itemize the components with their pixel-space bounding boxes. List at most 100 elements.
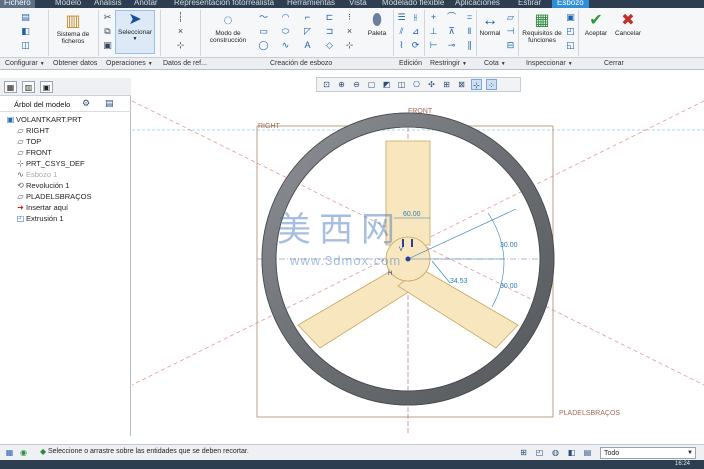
reference-dimension-icon[interactable]: ⊣ (505, 26, 516, 36)
modify-icon[interactable]: ☰ (396, 12, 407, 22)
vertical-constraint-icon[interactable]: + (428, 12, 439, 22)
text-icon[interactable]: A (302, 40, 313, 50)
highlight-open-ends-icon[interactable]: ◰ (565, 26, 576, 36)
navigator-toggle-icon[interactable]: ▦ (4, 447, 15, 458)
project-icon[interactable]: ◇ (324, 40, 335, 50)
disp-vertices-icon[interactable]: ⁘ (486, 79, 497, 90)
sketch-view-icon[interactable]: ◧ (20, 26, 31, 36)
symmetric-constraint-icon[interactable]: = (464, 12, 475, 22)
centerline-icon[interactable]: ┆ (175, 12, 186, 22)
tangent-constraint-icon[interactable]: ⌒ (446, 12, 457, 22)
rectangle-icon[interactable]: ▭ (258, 26, 269, 36)
rotate-resize-icon[interactable]: ⟳ (410, 40, 421, 50)
sketch-view-icon[interactable]: ⎔ (411, 79, 422, 90)
disp-constraints-icon[interactable]: ⊠ (456, 79, 467, 90)
select-button[interactable]: ➤ Seleccionar ▼ (115, 10, 155, 54)
tab-aplicaciones[interactable]: Aplicaciones (455, 0, 500, 8)
group-cota[interactable]: Cota ▼ (484, 58, 506, 70)
perpendicular-constraint-icon[interactable]: ⊢ (428, 40, 439, 50)
sketch-drawing[interactable]: V H 60.00 30.00 30.00 34.53 FRONT RIGHT … (132, 93, 704, 436)
tree-settings-icon[interactable]: ⚙ (82, 98, 90, 109)
render-icon[interactable]: ◧ (566, 447, 577, 458)
tab-vista[interactable]: Vista (349, 0, 367, 8)
perimeter-icon[interactable]: ▱ (505, 12, 516, 22)
parallel-constraint-icon[interactable]: ∥ (464, 40, 475, 50)
highlight-icon[interactable]: ◍ (550, 447, 561, 458)
circle-icon[interactable]: ◯ (258, 40, 269, 50)
tree-item-extrude[interactable]: ◰ Extrusión 1 (5, 213, 129, 224)
tree-show-icon[interactable]: ▤ (105, 98, 114, 109)
sketch-setup-icon[interactable]: ▤ (20, 12, 31, 22)
dimension-small[interactable]: 34.53 (450, 278, 468, 285)
centerline-construct-icon[interactable]: ⁝ (344, 12, 355, 22)
browser-toggle-icon[interactable]: ◉ (18, 447, 29, 458)
shade-closed-loops-icon[interactable]: ◱ (565, 40, 576, 50)
mirror-icon[interactable]: ⫽ (396, 26, 407, 36)
point-construct-icon[interactable]: × (344, 26, 355, 36)
accept-button[interactable]: ✔ Aceptar (582, 12, 610, 37)
dimension-width[interactable]: 60.00 (403, 211, 421, 218)
refit-icon[interactable]: ⊡ (321, 79, 332, 90)
tab-anotar[interactable]: Anotar (134, 0, 158, 8)
ellipse-icon[interactable]: ⬭ (280, 26, 291, 36)
dimension-angle-1[interactable]: 30.00 (500, 242, 518, 249)
tab-esbozo[interactable]: Esbozo (552, 0, 589, 8)
graphics-canvas[interactable]: V H 60.00 30.00 30.00 34.53 FRONT RIGHT … (132, 93, 704, 436)
tab-modelo[interactable]: Modelo (55, 0, 81, 8)
point-icon[interactable]: × (175, 26, 186, 36)
fillet-icon[interactable]: ⌐ (302, 12, 313, 22)
tab-herramientas[interactable]: Herramientas (287, 0, 335, 8)
favorites-tab-icon[interactable]: ▣ (40, 81, 53, 93)
dimension-angle-2[interactable]: 30.00 (500, 283, 518, 290)
csys-construct-icon[interactable]: ⊹ (344, 40, 355, 50)
zoom-in-icon[interactable]: ⊕ (336, 79, 347, 90)
tree-item-part[interactable]: ▣ VOLANTKART.PRT (5, 114, 129, 125)
tab-modelado-flexible[interactable]: Modelado flexible (382, 0, 444, 8)
selected-items-icon[interactable]: ▤ (582, 447, 593, 458)
group-inspeccionar[interactable]: Inspeccionar ▼ (526, 58, 573, 70)
disp-dims-icon[interactable]: ⊞ (441, 79, 452, 90)
delete-segment-icon[interactable]: ⫲ (410, 12, 421, 22)
tab-estirar[interactable]: Estirar (518, 0, 541, 8)
midpoint-constraint-icon[interactable]: ⊼ (446, 26, 457, 36)
repaint-icon[interactable]: ▢ (366, 79, 377, 90)
tree-item-top[interactable]: ▱ TOP (5, 136, 129, 147)
copy-icon[interactable]: ⧉ (102, 26, 113, 36)
tree-item-csys[interactable]: ⊹ PRT_CSYS_DEF (5, 158, 129, 169)
disp-grid-icon[interactable]: ⊹ (471, 79, 482, 90)
reference-icon[interactable]: ◫ (20, 40, 31, 50)
selection-icon[interactable]: ◰ (534, 447, 545, 458)
tree-item-right[interactable]: ▱ RIGHT (5, 125, 129, 136)
tree-item-insert-here[interactable]: ➜ Insertar aquí (5, 202, 129, 213)
datum-display-icon[interactable]: ✣ (426, 79, 437, 90)
saved-orientations-icon[interactable]: ◫ (396, 79, 407, 90)
tab-fichero[interactable]: Fichero (0, 0, 35, 8)
tree-item-sketch[interactable]: ∿ Esbozo 1 (5, 169, 129, 180)
feature-requirements-button[interactable]: ▦ Requisitos de funciones (522, 12, 562, 44)
coordinate-system-icon[interactable]: ⊹ (175, 40, 186, 50)
palette-button[interactable]: ⬮ Paleta (363, 12, 391, 37)
divide-icon[interactable]: ⌇ (396, 40, 407, 50)
corner-icon[interactable]: ⊿ (410, 26, 421, 36)
model-tree-tab-icon[interactable]: ▦ (4, 81, 17, 93)
paste-icon[interactable]: ▣ (102, 40, 113, 50)
cut-icon[interactable]: ✂ (102, 12, 113, 22)
coincident-constraint-icon[interactable]: ⊸ (446, 40, 457, 50)
construction-mode-button[interactable]: ◌ Modo de construcción (204, 12, 252, 44)
tab-analisis[interactable]: Análisis (94, 0, 122, 8)
cancel-button[interactable]: ✖ Cancelar (612, 12, 644, 37)
display-style-icon[interactable]: ◩ (381, 79, 392, 90)
arc-icon[interactable]: ◠ (280, 12, 291, 22)
group-configurar[interactable]: Configurar ▼ (5, 58, 45, 70)
zoom-out-icon[interactable]: ⊖ (351, 79, 362, 90)
folder-browser-tab-icon[interactable]: ▥ (22, 81, 35, 93)
equal-constraint-icon[interactable]: ‖ (464, 26, 475, 36)
tree-item-front[interactable]: ▱ FRONT (5, 147, 129, 158)
group-restringir[interactable]: Restringir ▼ (430, 58, 467, 70)
line-icon[interactable]: 〜 (258, 12, 269, 22)
baseline-icon[interactable]: ⊟ (505, 40, 516, 50)
offset-icon[interactable]: ⊏ (324, 12, 335, 22)
tab-representacion[interactable]: Representación fotorrealista (174, 0, 274, 8)
group-operaciones[interactable]: Operaciones ▼ (106, 58, 153, 70)
normal-dimension-button[interactable]: ↔ Normal (478, 12, 502, 37)
